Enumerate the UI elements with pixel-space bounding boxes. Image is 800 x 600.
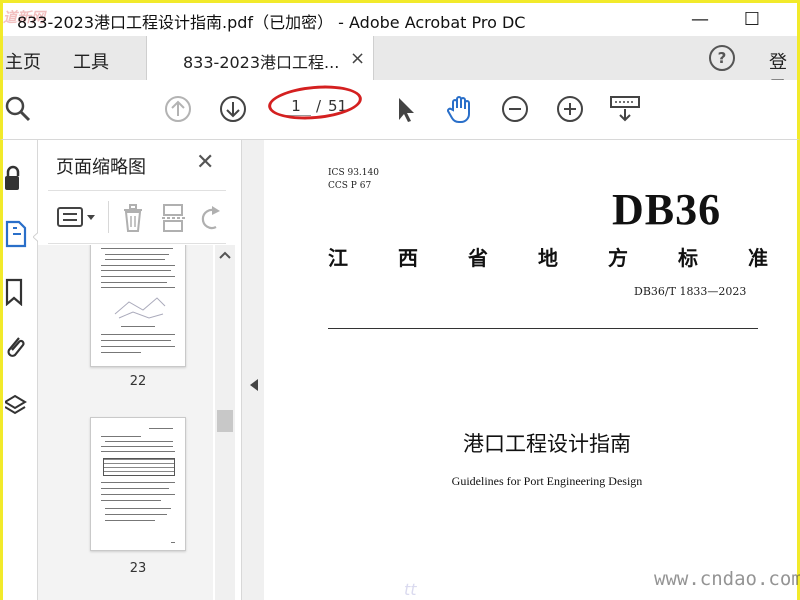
standard-type-heading: 江 西 省 地 方 标 准 — [328, 242, 768, 271]
layers-icon[interactable] — [5, 392, 29, 420]
thumbnail-panel: 页面缩略图 ✕ 22 23 — [38, 140, 242, 600]
thumbnail-figure — [114, 297, 166, 319]
prev-page-icon[interactable] — [163, 94, 193, 124]
help-icon[interactable]: ? — [709, 45, 735, 71]
title-bar: 道新网 833-2023港口工程设计指南.pdf（已加密） - Adobe Ac… — [0, 0, 800, 36]
faint-watermark: tt — [404, 580, 417, 599]
lock-icon[interactable] — [5, 164, 29, 192]
thumbnail-toolbar — [48, 190, 226, 244]
thumbnail-page-label: 22 — [129, 374, 147, 389]
heading-char: 省 — [468, 246, 488, 270]
attachment-icon[interactable] — [5, 334, 29, 362]
pages-icon[interactable] — [5, 220, 29, 248]
minimize-button[interactable]: — — [685, 7, 715, 31]
ccs-code: CCS P 67 — [328, 181, 372, 191]
standard-code: DB36 — [612, 185, 722, 234]
rotate-page-icon[interactable] — [198, 203, 222, 233]
menu-bar: 主页 工具 833-2023港口工程... × ? 登录 — [0, 36, 800, 99]
heading-char: 标 — [678, 246, 698, 270]
document-tab-label: 833-2023港口工程... — [183, 53, 340, 72]
heading-rule — [328, 328, 758, 329]
hand-tool-icon[interactable] — [445, 94, 475, 124]
page-thumbnail[interactable] — [90, 417, 186, 551]
select-cursor-icon[interactable] — [391, 94, 421, 124]
thumbnail-page-label: 23 — [129, 561, 147, 576]
collapse-arrow-icon[interactable] — [249, 378, 259, 392]
thumbnail-scrollbar[interactable] — [215, 245, 235, 600]
window-title: 833-2023港口工程设计指南.pdf（已加密） - Adobe Acroba… — [17, 13, 526, 32]
document-tab[interactable]: 833-2023港口工程... × — [146, 36, 374, 80]
document-view[interactable]: ICS 93.140 CCS P 67 DB36 江 西 省 地 方 标 准 D… — [264, 140, 800, 600]
document-title-cn: 港口工程设计指南 — [463, 432, 631, 456]
scroll-thumb[interactable] — [217, 410, 233, 432]
page-thumbnail[interactable] — [90, 245, 186, 367]
home-tab[interactable]: 主页 — [5, 48, 41, 74]
keyboard-icon[interactable] — [609, 94, 641, 124]
tab-close-icon[interactable]: × — [350, 48, 365, 69]
main-toolbar: 1 / 51 — [0, 80, 800, 140]
heading-char: 江 — [328, 246, 348, 270]
site-watermark: www.cndao.com — [654, 568, 800, 590]
search-icon[interactable] — [3, 94, 33, 124]
panel-close-icon[interactable]: ✕ — [196, 150, 214, 175]
thumbnail-list: 22 23 — [38, 245, 213, 600]
tools-tab[interactable]: 工具 — [73, 48, 109, 74]
ics-code: ICS 93.140 — [328, 168, 379, 178]
next-page-icon[interactable] — [218, 94, 248, 124]
maximize-button[interactable]: ☐ — [737, 7, 767, 31]
zoom-out-icon[interactable] — [500, 94, 530, 124]
heading-char: 方 — [608, 246, 628, 270]
zoom-in-icon[interactable] — [555, 94, 585, 124]
left-rail — [0, 140, 43, 600]
document-title-en: Guidelines for Port Engineering Design — [451, 474, 643, 488]
heading-char: 西 — [398, 246, 418, 270]
bookmark-icon[interactable] — [5, 278, 29, 306]
thumbnail-table — [103, 458, 175, 476]
standard-number: DB36/T 1833—2023 — [634, 285, 747, 298]
scroll-up-icon[interactable] — [217, 249, 233, 261]
panel-collapse-strip[interactable] — [242, 140, 264, 600]
delete-page-icon[interactable] — [120, 203, 148, 233]
extract-page-icon[interactable] — [160, 203, 188, 233]
panel-title: 页面缩略图 — [56, 157, 146, 178]
heading-char: 地 — [538, 246, 558, 270]
heading-char: 准 — [748, 246, 768, 270]
toolbar-divider — [108, 201, 109, 233]
thumbnail-options-icon[interactable] — [56, 205, 100, 231]
